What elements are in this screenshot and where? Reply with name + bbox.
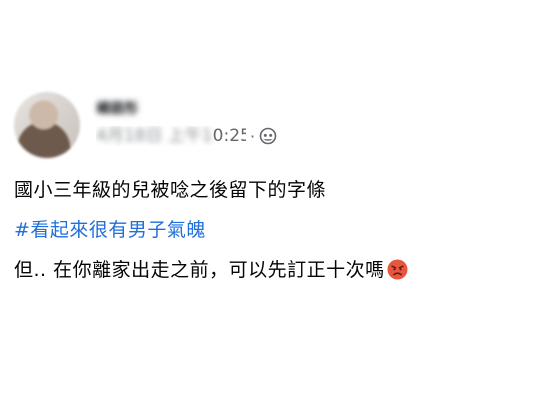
post-text-line-3-text: 但.. 在你離家出走之前，可以先訂正十次嗎 bbox=[14, 259, 385, 281]
post-text-line-1: 國小三年級的兒被唸之後留下的字條 bbox=[14, 179, 327, 201]
hashtag-link[interactable]: #看起來很有男子氣魄 bbox=[14, 218, 534, 242]
avatar[interactable] bbox=[14, 92, 80, 158]
timestamp-visible-part: 0:25 bbox=[212, 126, 246, 146]
post-body: 國小三年級的兒被唸之後留下的字條 #看起來很有男子氣魄 但.. 在你離家出走之前… bbox=[14, 178, 534, 298]
post-meta: 4月18日 上午10:25 · bbox=[96, 125, 277, 147]
post-timestamp[interactable]: 4月18日 上午10:25 bbox=[96, 126, 246, 146]
post-header: 楊語彤 4月18日 上午10:25 · bbox=[14, 92, 534, 164]
meta-separator: · bbox=[250, 126, 256, 146]
timestamp-blurred-part: 4月18日 上午1 bbox=[96, 126, 213, 146]
post-text-line-3: 但.. 在你離家出走之前，可以先訂正十次嗎 bbox=[14, 258, 534, 282]
author-name[interactable]: 楊語彤 bbox=[96, 98, 166, 118]
angry-face-icon bbox=[387, 259, 408, 280]
public-globe-icon[interactable] bbox=[259, 127, 277, 145]
